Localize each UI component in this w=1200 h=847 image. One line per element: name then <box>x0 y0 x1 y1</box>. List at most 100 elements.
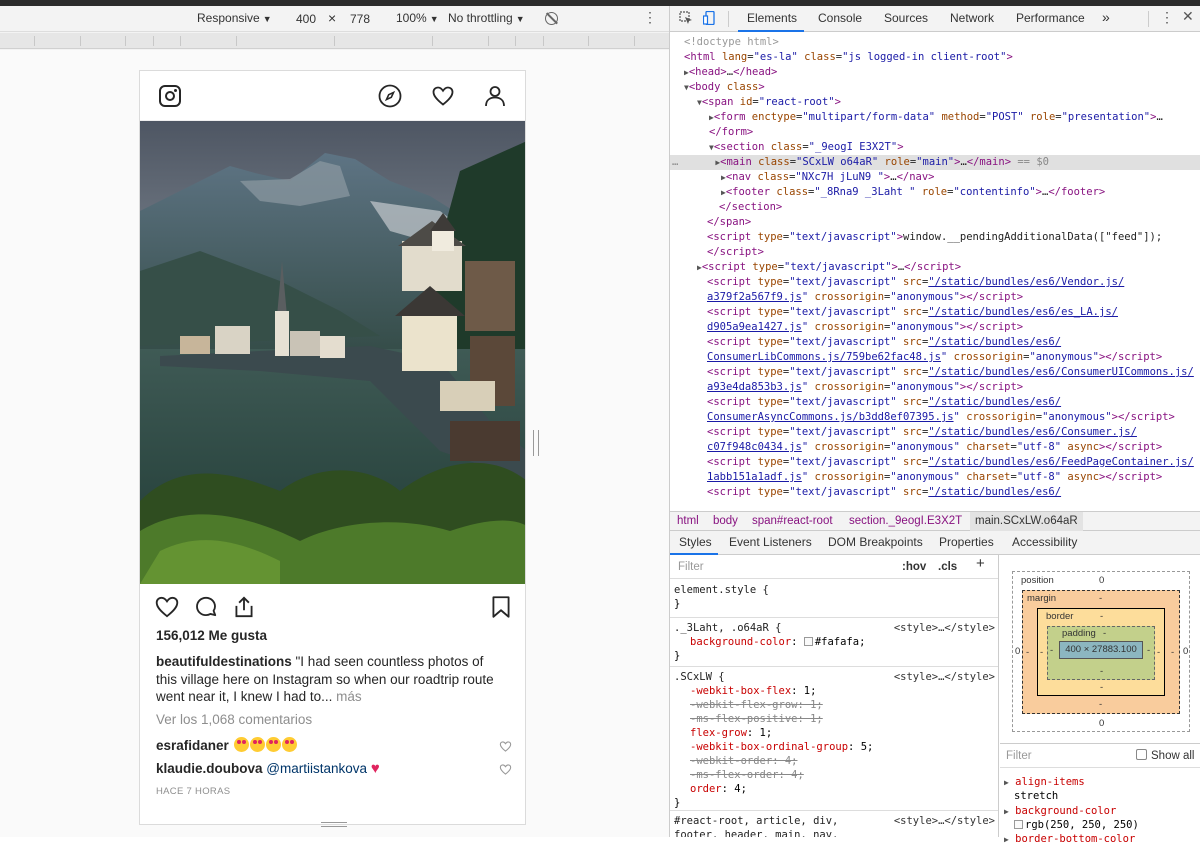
tab-styles[interactable]: Styles <box>679 535 712 549</box>
tab-performance[interactable]: Performance <box>1016 11 1085 25</box>
css-rule-element-style[interactable]: element.style { } <box>670 580 998 618</box>
dom-node[interactable]: ConsumerLibCommons.js/759be62fac48.js" c… <box>707 350 1162 365</box>
dom-node[interactable]: </section> <box>719 200 782 215</box>
margin-left-value[interactable]: - <box>1026 647 1029 658</box>
more-options-icon[interactable]: ⋮ <box>643 9 657 26</box>
dom-node[interactable]: <script type="text/javascript" src="/sta… <box>707 485 1061 500</box>
comment-like-heart-icon[interactable] <box>499 740 512 753</box>
like-count[interactable]: 156,012 Me gusta <box>156 628 267 643</box>
tab-accessibility[interactable]: Accessibility <box>1012 535 1077 549</box>
dom-node[interactable]: <script type="text/javascript" src="/sta… <box>707 275 1124 290</box>
dom-node[interactable]: ▶<footer class="_8Rna9 _3Laht " role="co… <box>721 185 1105 200</box>
activity-heart-icon[interactable] <box>431 84 455 108</box>
devtools-menu-icon[interactable]: ⋮ <box>1160 9 1174 26</box>
dom-node[interactable]: <script type="text/javascript" src="/sta… <box>707 425 1137 440</box>
breadcrumb-html[interactable]: html <box>677 515 699 527</box>
instagram-camera-icon[interactable] <box>159 85 181 107</box>
position-right-value[interactable]: 0 <box>1183 646 1188 657</box>
height-input[interactable]: 778 <box>340 10 380 28</box>
caption-more-link[interactable]: más <box>332 689 362 704</box>
dom-node[interactable]: </script> <box>707 245 764 260</box>
css-rule[interactable]: ._3Laht, .o64aR {<style>…</style> backgr… <box>670 618 998 667</box>
margin-bottom-value[interactable]: - <box>1099 699 1102 710</box>
tab-sources[interactable]: Sources <box>884 11 928 25</box>
border-top-value[interactable]: - <box>1100 611 1103 622</box>
margin-right-value[interactable]: - <box>1171 647 1174 658</box>
dom-node[interactable]: <script type="text/javascript" src="/sta… <box>707 335 1061 350</box>
dom-node[interactable]: </form> <box>709 125 753 140</box>
dom-node[interactable]: a379f2a567f9.js" crossorigin="anonymous"… <box>707 290 1023 305</box>
save-bookmark-icon[interactable] <box>488 594 514 620</box>
more-tabs-chevron[interactable]: » <box>1102 9 1110 25</box>
zoom-select[interactable]: 100% ▼ <box>396 11 439 25</box>
border-bottom-value[interactable]: - <box>1100 682 1103 693</box>
dom-node[interactable]: ▼<span id="react-root"> <box>697 95 841 110</box>
dom-node[interactable]: <script type="text/javascript">window.__… <box>707 230 1162 245</box>
tab-event-listeners[interactable]: Event Listeners <box>729 535 812 549</box>
new-rule-plus-icon[interactable]: + <box>976 556 985 571</box>
padding-left-value[interactable]: - <box>1050 645 1053 656</box>
dom-node[interactable]: ▶<nav class="NXc7H jLuN9 ">…</nav> <box>721 170 935 185</box>
position-top-value[interactable]: 0 <box>1099 575 1104 586</box>
post-photo[interactable] <box>140 121 525 584</box>
padding-top-value[interactable]: - <box>1103 628 1106 639</box>
comment-username[interactable]: esrafidaner <box>156 738 229 753</box>
rule-source-link[interactable]: <style>…</style> <box>894 670 995 684</box>
border-right-value[interactable]: - <box>1157 647 1160 658</box>
dom-node[interactable]: a93e4da853b3.js" crossorigin="anonymous"… <box>707 380 1023 395</box>
tab-properties[interactable]: Properties <box>939 535 994 549</box>
view-comments-link[interactable]: Ver los 1,068 comentarios <box>156 712 312 727</box>
comment-mention[interactable]: @martiistankova <box>266 761 367 776</box>
breadcrumb-react-root[interactable]: span#react-root <box>752 515 833 527</box>
rotate-icon[interactable] <box>545 12 558 28</box>
computed-property[interactable]: ▶ background-color <box>1004 804 1116 819</box>
inspect-element-icon[interactable] <box>679 11 693 25</box>
dom-node[interactable]: d905a9ea1427.js" crossorigin="anonymous"… <box>707 320 1023 335</box>
css-rule[interactable]: .SCxLW {<style>…</style> -webkit-box-fle… <box>670 667 998 811</box>
explore-compass-icon[interactable] <box>378 84 402 108</box>
dom-node[interactable]: <script type="text/javascript" src="/sta… <box>707 455 1194 470</box>
padding-bottom-value[interactable]: - <box>1100 666 1103 677</box>
class-toggle[interactable]: .cls <box>938 560 957 574</box>
width-input[interactable]: 400 <box>286 10 326 28</box>
dom-node[interactable]: ConsumerAsyncCommons.js/b3dd8ef07395.js"… <box>707 410 1175 425</box>
comment-bubble-icon[interactable] <box>193 594 219 620</box>
tab-console[interactable]: Console <box>818 11 862 25</box>
breadcrumb-section[interactable]: section._9eogI.E3X2T <box>849 515 962 527</box>
device-toggle-icon[interactable] <box>703 11 717 25</box>
tab-dom-breakpoints[interactable]: DOM Breakpoints <box>828 535 923 549</box>
hover-state-toggle[interactable]: :hov <box>902 560 926 574</box>
css-rule[interactable]: #react-root, article, div, <style>…</styl… <box>670 811 998 837</box>
styles-filter-input[interactable]: Filter <box>678 560 704 574</box>
tab-network[interactable]: Network <box>950 11 994 25</box>
rule-source-link[interactable]: <style>…</style> <box>894 621 995 635</box>
profile-user-icon[interactable] <box>483 84 507 108</box>
padding-right-value[interactable]: - <box>1147 645 1150 656</box>
dom-node[interactable]: <html lang="es-la" class="js logged-in c… <box>684 50 1013 65</box>
dom-node[interactable]: <script type="text/javascript" src="/sta… <box>707 395 1061 410</box>
caption-username[interactable]: beautifuldestinations <box>156 654 292 669</box>
share-upload-icon[interactable] <box>231 594 257 620</box>
position-bottom-value[interactable]: 0 <box>1099 718 1104 729</box>
dom-node[interactable]: ▶<script type="text/javascript">…</scrip… <box>697 260 961 275</box>
computed-property[interactable]: ▶ align-items <box>1004 775 1085 790</box>
dom-node[interactable]: 1abb151a1adf.js" crossorigin="anonymous"… <box>707 470 1162 485</box>
viewport-height-resize-handle[interactable] <box>321 822 347 827</box>
dom-node[interactable]: c07f948c0434.js" crossorigin="anonymous"… <box>707 440 1162 455</box>
computed-filter-input[interactable]: Filter <box>1006 749 1032 763</box>
viewport-width-resize-handle[interactable] <box>533 430 539 456</box>
close-devtools-icon[interactable]: ✕ <box>1182 8 1194 25</box>
computed-property[interactable]: ▶ border-bottom-color <box>1004 832 1135 847</box>
dom-node[interactable]: ▶<form enctype="multipart/form-data" met… <box>709 110 1163 125</box>
device-select[interactable]: Responsive ▼ <box>197 11 272 25</box>
dom-node-selected[interactable]: … ▶<main class="SCxLW o64aR" role="main">… <box>670 155 1200 170</box>
dom-node[interactable]: <!doctype html> <box>684 35 779 50</box>
checkbox-icon[interactable] <box>1136 749 1147 760</box>
dom-node[interactable]: ▶<head>…</head> <box>684 65 777 80</box>
like-heart-icon[interactable] <box>154 594 180 620</box>
show-all-checkbox[interactable]: Show all <box>1136 749 1194 763</box>
tab-elements[interactable]: Elements <box>747 11 797 25</box>
dom-node[interactable]: <script type="text/javascript" src="/sta… <box>707 365 1194 380</box>
throttle-select[interactable]: No throttling ▼ <box>448 11 525 25</box>
breadcrumb-body[interactable]: body <box>713 515 738 527</box>
